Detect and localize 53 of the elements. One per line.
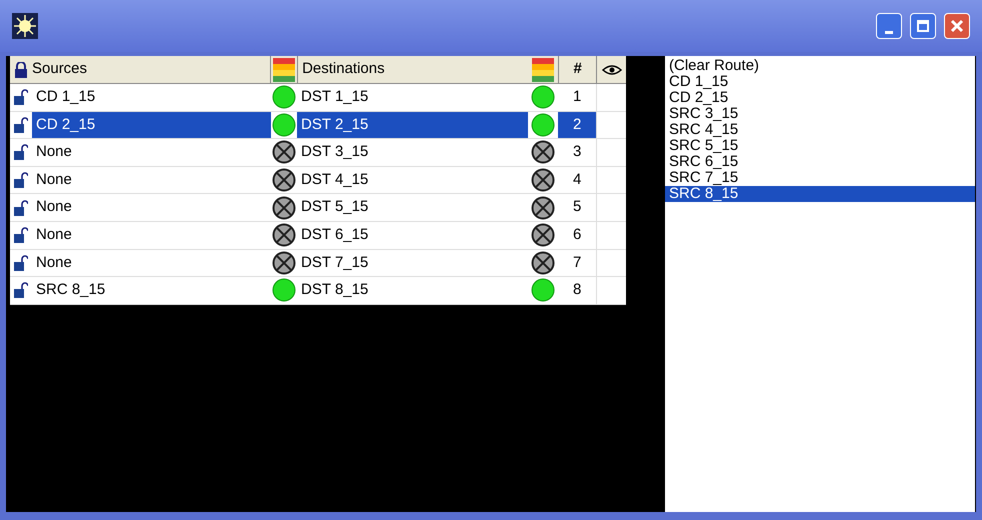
- table-cell-text: DST 7_15: [300, 252, 370, 273]
- table-cell-text: 8: [572, 280, 582, 300]
- table-row[interactable]: None DST 7_15 7: [10, 250, 626, 278]
- table-cell-text: DST 6_15: [300, 225, 370, 246]
- table-cell-text: None: [35, 142, 73, 162]
- minimize-button[interactable]: [876, 13, 902, 39]
- sun-icon: [12, 13, 38, 39]
- column-header[interactable]: #: [573, 58, 582, 81]
- list-item[interactable]: SRC 3_15: [665, 106, 975, 122]
- table-cell-text: 4: [572, 170, 582, 190]
- table-cell-text: DST 4_15: [300, 170, 370, 190]
- list-item[interactable]: (Clear Route): [665, 58, 975, 74]
- table-cell-text: None: [35, 170, 73, 190]
- list-item[interactable]: SRC 7_15: [665, 170, 975, 186]
- table-cell-text: 5: [572, 197, 582, 218]
- table-cell-text: DST 3_15: [300, 142, 370, 162]
- list-item[interactable]: SRC 8_15: [665, 186, 975, 202]
- table-cell-text: 7: [572, 252, 582, 273]
- table-cell-text: 6: [572, 225, 582, 246]
- eye-icon: [602, 64, 622, 76]
- list-item[interactable]: CD 1_15: [665, 74, 975, 90]
- table-cell-text: None: [35, 225, 73, 246]
- list-item[interactable]: CD 2_15: [665, 90, 975, 106]
- table-cell-text: CD 1_15: [35, 87, 96, 108]
- maximize-button[interactable]: [910, 13, 936, 39]
- list-item[interactable]: SRC 6_15: [665, 154, 975, 170]
- table-cell-text: None: [35, 197, 73, 218]
- table-cell: DST 2_15: [297, 112, 528, 138]
- table-row[interactable]: CD 1_15 DST 1_15 1: [10, 84, 626, 112]
- level-meter-icon: [273, 58, 296, 82]
- column-header[interactable]: Destinations: [302, 58, 385, 81]
- table-cell: CD 2_15: [32, 112, 272, 138]
- close-button[interactable]: [944, 13, 970, 39]
- list-item[interactable]: SRC 5_15: [665, 138, 975, 154]
- table-row[interactable]: None DST 3_15 3: [10, 139, 626, 167]
- level-meter-icon: [532, 58, 554, 82]
- table-cell-text: 1: [572, 87, 582, 108]
- table-cell-text: DST 5_15: [300, 197, 370, 218]
- close-icon: [950, 19, 964, 33]
- table-row[interactable]: None DST 4_15 4: [10, 166, 626, 194]
- table-row[interactable]: CD 2_15 DST 2_15 2: [10, 112, 626, 140]
- table-cell-text: DST 8_15: [300, 280, 370, 300]
- list-item[interactable]: SRC 4_15: [665, 122, 975, 138]
- table-cell-text: 3: [572, 142, 582, 162]
- column-header[interactable]: Sources: [32, 58, 88, 81]
- table-cell-text: SRC 8_15: [35, 280, 106, 300]
- table-row[interactable]: None DST 5_15 5: [10, 194, 626, 222]
- table-row[interactable]: None DST 6_15 6: [10, 222, 626, 250]
- table-cell: 2: [558, 112, 596, 138]
- closed-lock-icon: [14, 62, 28, 78]
- table-cell-text: DST 1_15: [300, 87, 370, 108]
- table-row[interactable]: SRC 8_15 DST 8_15 8: [10, 277, 626, 305]
- table-cell-text: None: [35, 252, 73, 273]
